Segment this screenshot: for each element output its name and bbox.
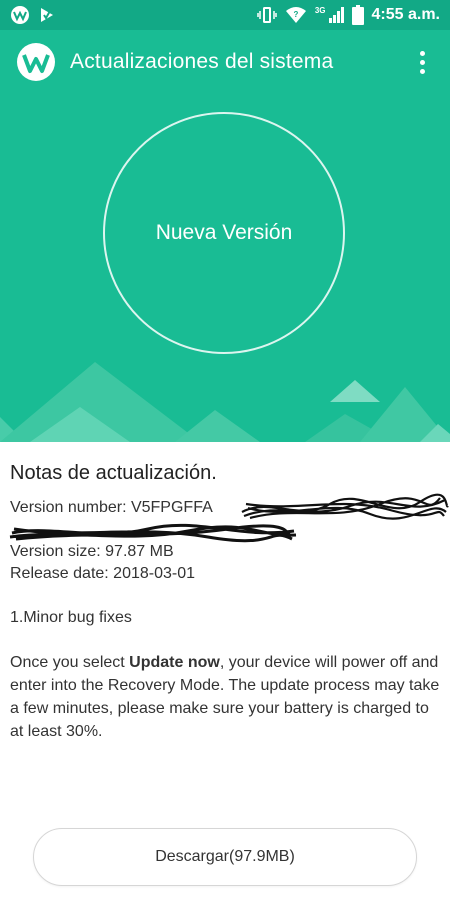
change-list-item: 1.Minor bug fixes: [10, 609, 132, 626]
status-left: [10, 5, 56, 25]
status-time: 4:55 a.m.: [371, 6, 440, 23]
status-right: ? 3G 4:55 a.m.: [257, 5, 440, 25]
signal-icon: [328, 6, 344, 24]
page-title: Actualizaciones del sistema: [70, 50, 334, 73]
app-bar: Actualizaciones del sistema: [0, 30, 450, 94]
update-instructions: Once you select Update now, your device …: [10, 651, 440, 743]
download-button-label: Descargar(97.9MB): [155, 848, 295, 865]
more-vert-icon[interactable]: [410, 42, 434, 82]
new-version-circle[interactable]: Nueva Versión: [103, 112, 345, 354]
network-type-label: 3G: [314, 5, 326, 15]
vibrate-icon: [257, 6, 277, 24]
new-version-label: Nueva Versión: [155, 221, 293, 244]
notes-title: Notas de actualización.: [10, 462, 217, 484]
download-button[interactable]: Descargar(97.9MB): [33, 828, 417, 886]
svg-text:?: ?: [293, 10, 298, 19]
hero-section: Actualizaciones del sistema Nueva Versió…: [0, 30, 450, 442]
app-logo-icon: [16, 42, 56, 82]
wifi-icon: ?: [285, 6, 307, 24]
mountain-decoration: [0, 362, 450, 442]
check-flag-icon: [38, 6, 56, 24]
release-date: Release date: 2018-03-01: [10, 565, 196, 582]
battery-icon: [351, 5, 364, 25]
status-bar: ? 3G 4:55 a.m.: [0, 0, 450, 30]
redaction-scribble: [9, 523, 297, 543]
instructions-prefix: Once you select: [10, 654, 130, 671]
app-logo-icon: [10, 5, 30, 25]
instructions-bold: Update now: [129, 654, 220, 671]
